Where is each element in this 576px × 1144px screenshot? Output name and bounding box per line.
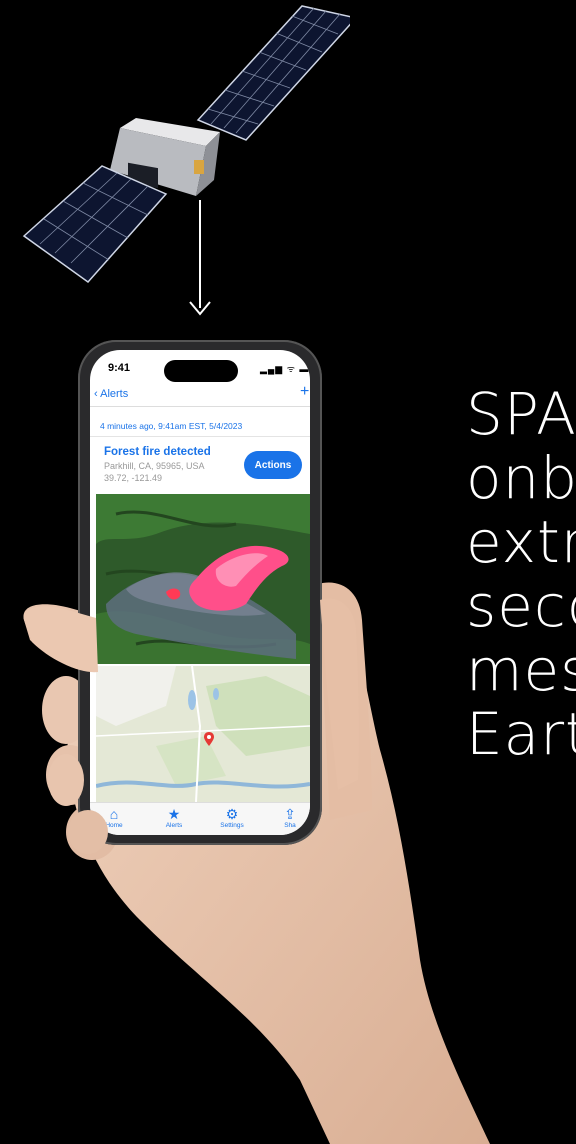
status-icons: ▂▄▆ ᯤ ▬ (260, 364, 310, 374)
arrow-down-icon (189, 301, 211, 316)
alert-timestamp: 4 minutes ago, 9:41am EST, 5/4/2023 (100, 421, 243, 431)
chevron-left-icon: ‹ (94, 388, 98, 400)
headline-line: onb (466, 444, 576, 512)
hand-fingers-front (23, 598, 359, 854)
alert-location: Parkhill, CA, 95965, USA (104, 461, 205, 471)
headline-line: SPA (466, 382, 576, 448)
actions-button[interactable]: Actions (244, 451, 302, 479)
nav-divider (90, 406, 310, 407)
solar-panel-upper (196, 5, 350, 141)
alert-title: Forest fire detected (104, 446, 211, 458)
downlink-arrow-line (199, 200, 201, 308)
back-button-label: Alerts (100, 388, 129, 400)
back-button[interactable]: ‹ Alerts (94, 388, 128, 400)
dynamic-island (164, 360, 238, 382)
satellite-illustration (22, 5, 350, 284)
add-button[interactable]: + (300, 383, 309, 401)
alert-coordinates: 39.72, -121.49 (104, 473, 163, 483)
status-time: 9:41 (108, 362, 131, 374)
timestamp-divider (90, 436, 310, 437)
